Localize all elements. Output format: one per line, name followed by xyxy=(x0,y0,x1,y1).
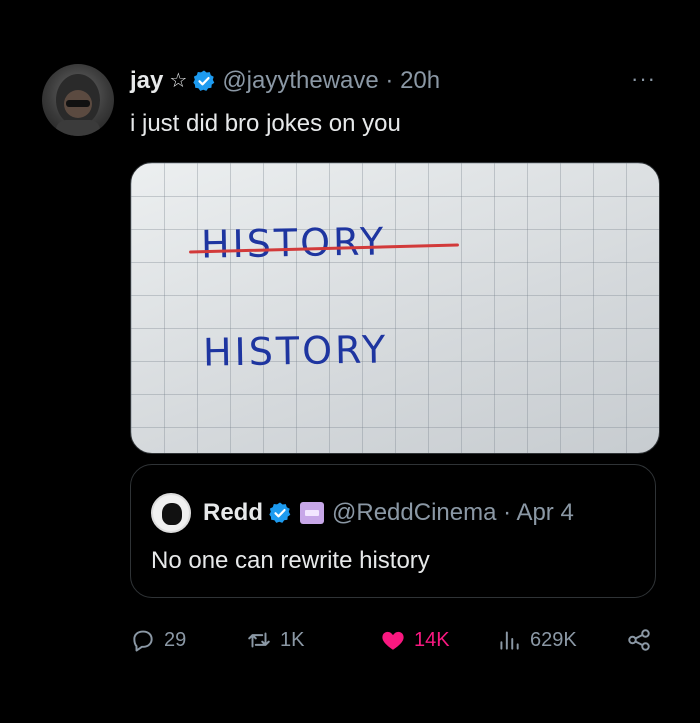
heart-icon xyxy=(382,631,404,650)
author-avatar[interactable] xyxy=(42,64,114,136)
author-handle-time[interactable]: @jayythewave · 20h xyxy=(222,66,440,96)
avatar-image xyxy=(56,74,100,136)
reply-count: 29 xyxy=(164,628,187,651)
author-name[interactable]: jay xyxy=(130,66,163,96)
share-button[interactable] xyxy=(626,620,652,660)
quoted-author-name: Redd xyxy=(203,499,263,526)
like-button[interactable]: 14K xyxy=(380,620,450,660)
star-icon: ☆ xyxy=(169,70,188,92)
more-icon[interactable]: ··· xyxy=(631,66,656,92)
quoted-author-handle-time: @ReddCinema · Apr 4 xyxy=(332,499,574,526)
tweet-text: i just did bro jokes on you xyxy=(130,110,401,137)
view-count: 629K xyxy=(530,628,577,651)
verified-badge-icon xyxy=(193,70,215,91)
image-word-rewritten: HISTORY xyxy=(202,327,389,375)
tweet-header: jay ☆ @jayythewave · 20h xyxy=(130,66,440,96)
quoted-tweet[interactable]: Redd @ReddCinema · Apr 4 No one can rewr… xyxy=(130,464,656,598)
repost-icon xyxy=(248,632,270,648)
views-button[interactable]: 629K xyxy=(496,620,577,660)
affiliate-badge-icon xyxy=(300,502,324,524)
repost-count: 1K xyxy=(280,628,305,651)
verified-badge-icon xyxy=(269,502,291,523)
quoted-tweet-header: Redd @ReddCinema · Apr 4 xyxy=(151,493,574,533)
like-count: 14K xyxy=(414,628,450,651)
repost-button[interactable]: 1K xyxy=(246,620,304,660)
tweet-actions-bar: 29 1K 14K 629K xyxy=(130,620,660,660)
quoted-author-avatar xyxy=(151,493,191,533)
image-word-crossed: HISTORY xyxy=(200,219,387,267)
views-icon xyxy=(500,631,519,650)
reply-icon xyxy=(133,630,153,652)
reply-button[interactable]: 29 xyxy=(130,620,186,660)
share-icon xyxy=(628,629,650,651)
quoted-tweet-text: No one can rewrite history xyxy=(151,547,430,574)
tweet-media-image[interactable]: HISTORY HISTORY xyxy=(130,162,660,454)
